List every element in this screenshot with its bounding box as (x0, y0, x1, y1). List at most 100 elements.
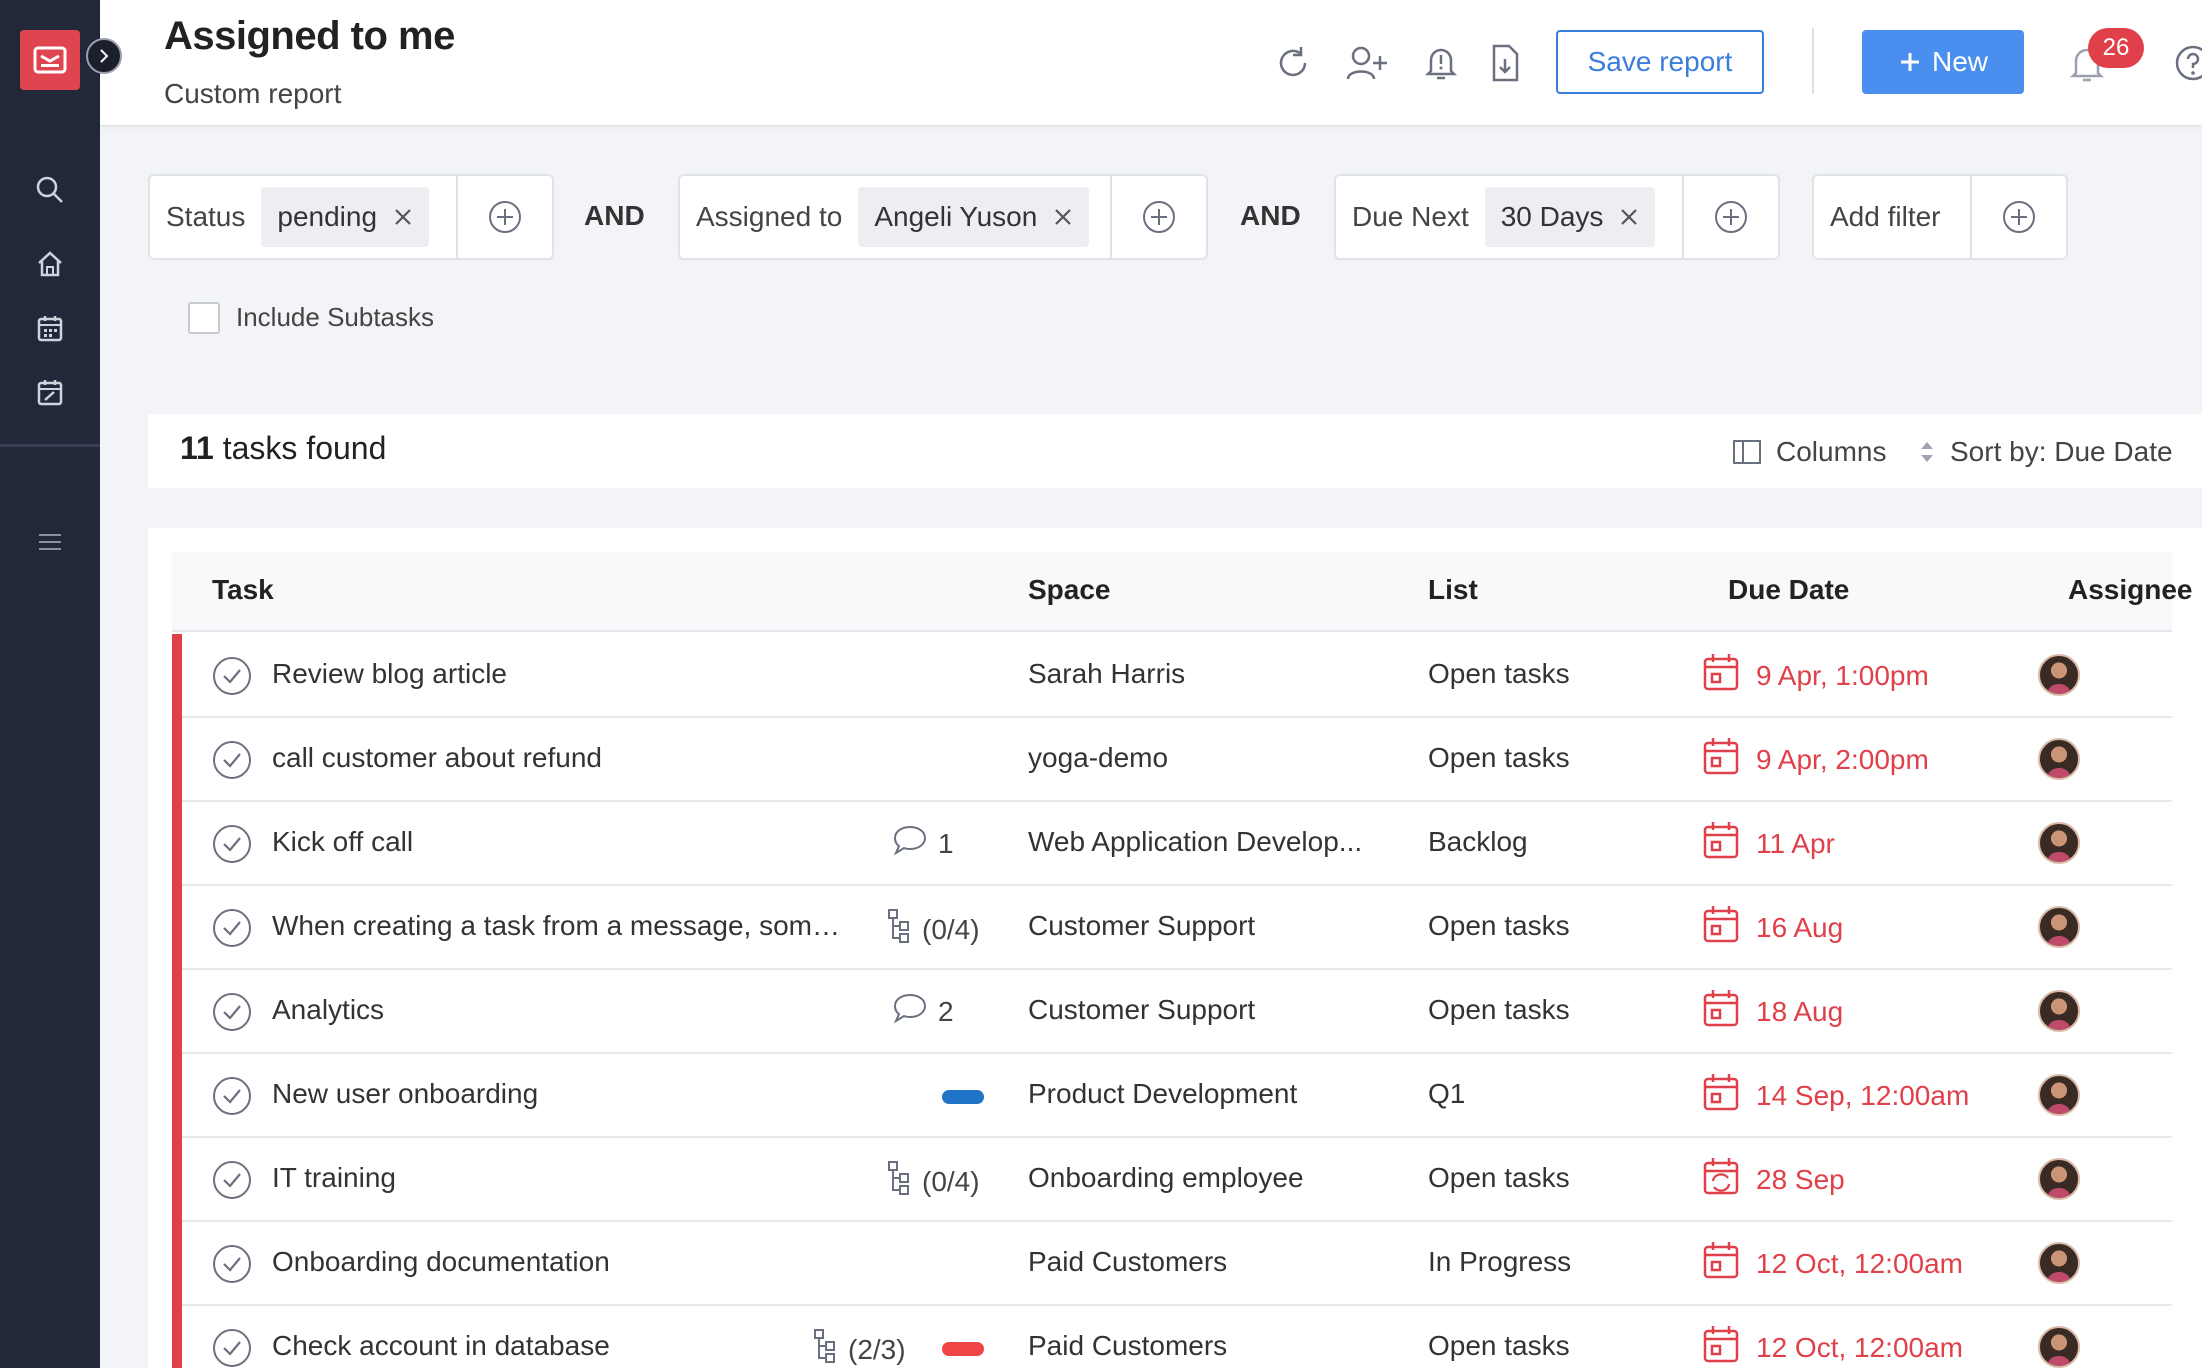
task-list[interactable]: In Progress (1428, 1246, 1571, 1278)
sidebar-expand-button[interactable] (86, 38, 122, 74)
add-filter-button[interactable] (1970, 176, 2066, 258)
task-space[interactable]: yoga-demo (1028, 742, 1168, 774)
home-icon[interactable] (30, 244, 70, 284)
assignee-avatar[interactable] (2038, 654, 2080, 696)
include-subtasks-checkbox[interactable] (188, 302, 220, 334)
assignee-avatar[interactable] (2038, 906, 2080, 948)
subtask-count[interactable]: (0/4) (886, 908, 980, 951)
task-due-date[interactable]: 11 Apr (1702, 820, 1835, 867)
add-condition-button[interactable] (456, 176, 552, 258)
task-name[interactable]: Onboarding documentation (272, 1246, 610, 1278)
assignee-avatar[interactable] (2038, 738, 2080, 780)
table-row[interactable]: New user onboarding Product Development Q1… (172, 1054, 2172, 1138)
task-space[interactable]: Web Application Develop... (1028, 826, 1362, 858)
task-space[interactable]: Customer Support (1028, 910, 1255, 942)
complete-task-check-icon[interactable] (212, 1160, 252, 1200)
table-row[interactable]: Onboarding documentation Paid Customers In… (172, 1222, 2172, 1306)
menu-icon[interactable] (30, 522, 70, 562)
task-name[interactable]: Kick off call (272, 826, 413, 858)
include-subtasks-label[interactable]: Include Subtasks (236, 302, 434, 333)
task-space[interactable]: Paid Customers (1028, 1246, 1227, 1278)
help-icon[interactable] (2170, 40, 2202, 86)
task-space[interactable]: Paid Customers (1028, 1330, 1227, 1362)
task-list[interactable]: Open tasks (1428, 994, 1570, 1026)
task-list[interactable]: Open tasks (1428, 742, 1570, 774)
task-calendar-icon[interactable] (30, 372, 70, 412)
add-user-icon[interactable] (1344, 40, 1390, 86)
subtask-count[interactable]: (2/3) (812, 1328, 906, 1368)
assignee-avatar[interactable] (2038, 1326, 2080, 1368)
table-row[interactable]: IT training (0/4) Onboarding employee Open … (172, 1138, 2172, 1222)
task-space[interactable]: Product Development (1028, 1078, 1297, 1110)
assignee-avatar[interactable] (2038, 990, 2080, 1032)
app-logo[interactable] (20, 30, 80, 90)
table-row[interactable]: When creating a task from a message, som… (172, 886, 2172, 970)
task-name[interactable]: call customer about refund (272, 742, 602, 774)
filter-chip[interactable]: pending (261, 187, 430, 247)
subtask-count[interactable]: (0/4) (886, 1160, 980, 1203)
column-header-due-date[interactable]: Due Date (1728, 574, 1849, 606)
save-report-button[interactable]: Save report (1556, 30, 1764, 94)
task-name[interactable]: Check account in database (272, 1330, 610, 1362)
assignee-avatar[interactable] (2038, 1074, 2080, 1116)
refresh-icon[interactable] (1270, 40, 1316, 86)
task-name[interactable]: New user onboarding (272, 1078, 538, 1110)
search-icon[interactable] (30, 170, 70, 210)
task-list[interactable]: Backlog (1428, 826, 1528, 858)
tag-pill[interactable] (942, 1342, 984, 1356)
task-due-date[interactable]: 16 Aug (1702, 904, 1843, 951)
add-condition-button[interactable] (1682, 176, 1778, 258)
task-space[interactable]: Onboarding employee (1028, 1162, 1304, 1194)
task-name[interactable]: Analytics (272, 994, 384, 1026)
table-row[interactable]: Kick off call 1 Web Application Develop...… (172, 802, 2172, 886)
table-row[interactable]: Check account in database (2/3) Paid Custo… (172, 1306, 2172, 1368)
complete-task-check-icon[interactable] (212, 1076, 252, 1116)
task-list[interactable]: Q1 (1428, 1078, 1465, 1110)
task-space[interactable]: Sarah Harris (1028, 658, 1185, 690)
assignee-avatar[interactable] (2038, 822, 2080, 864)
task-list[interactable]: Open tasks (1428, 658, 1570, 690)
task-due-date[interactable]: 12 Oct, 12:00am (1702, 1240, 1963, 1287)
task-due-date[interactable]: 14 Sep, 12:00am (1702, 1072, 1969, 1119)
column-header-list[interactable]: List (1428, 574, 1478, 606)
task-due-date[interactable]: 12 Oct, 12:00am (1702, 1324, 1963, 1368)
close-icon[interactable] (393, 207, 413, 227)
export-file-icon[interactable] (1482, 40, 1528, 86)
tag-pill[interactable] (942, 1090, 984, 1104)
complete-task-check-icon[interactable] (212, 992, 252, 1032)
column-header-space[interactable]: Space (1028, 574, 1111, 606)
add-filter-box[interactable]: Add filter (1812, 174, 2068, 260)
new-button[interactable]: New (1862, 30, 2024, 94)
add-filter-label[interactable]: Add filter (1814, 201, 1941, 233)
column-header-assignee[interactable]: Assignee (2068, 574, 2193, 606)
complete-task-check-icon[interactable] (212, 1244, 252, 1284)
comment-count[interactable]: 2 (892, 992, 954, 1031)
table-row[interactable]: Analytics 2 Customer Support Open tasks 18 A… (172, 970, 2172, 1054)
calendar-icon[interactable] (30, 308, 70, 348)
table-row[interactable]: call customer about refund yoga-demo Open … (172, 718, 2172, 802)
task-name[interactable]: Review blog article (272, 658, 507, 690)
task-name[interactable]: When creating a task from a message, som… (272, 910, 852, 942)
assignee-avatar[interactable] (2038, 1158, 2080, 1200)
comment-count[interactable]: 1 (892, 824, 954, 863)
task-list[interactable]: Open tasks (1428, 910, 1570, 942)
add-condition-button[interactable] (1110, 176, 1206, 258)
filter-chip[interactable]: 30 Days (1484, 187, 1656, 247)
complete-task-check-icon[interactable] (212, 656, 252, 696)
complete-task-check-icon[interactable] (212, 740, 252, 780)
close-icon[interactable] (1619, 207, 1639, 227)
complete-task-check-icon[interactable] (212, 1328, 252, 1368)
task-due-date[interactable]: 9 Apr, 1:00pm (1702, 652, 1929, 699)
task-list[interactable]: Open tasks (1428, 1162, 1570, 1194)
complete-task-check-icon[interactable] (212, 824, 252, 864)
task-due-date[interactable]: 9 Apr, 2:00pm (1702, 736, 1929, 783)
task-list[interactable]: Open tasks (1428, 1330, 1570, 1362)
filter-chip[interactable]: Angeli Yuson (858, 187, 1090, 247)
sort-button[interactable]: Sort by: Due Date (1918, 436, 2173, 468)
task-due-date[interactable]: 28 Sep (1702, 1156, 1845, 1203)
task-name[interactable]: IT training (272, 1162, 396, 1194)
column-header-task[interactable]: Task (212, 574, 274, 606)
columns-button[interactable]: Columns (1732, 436, 1886, 468)
complete-task-check-icon[interactable] (212, 908, 252, 948)
table-row[interactable]: Review blog article Sarah Harris Open task… (172, 634, 2172, 718)
